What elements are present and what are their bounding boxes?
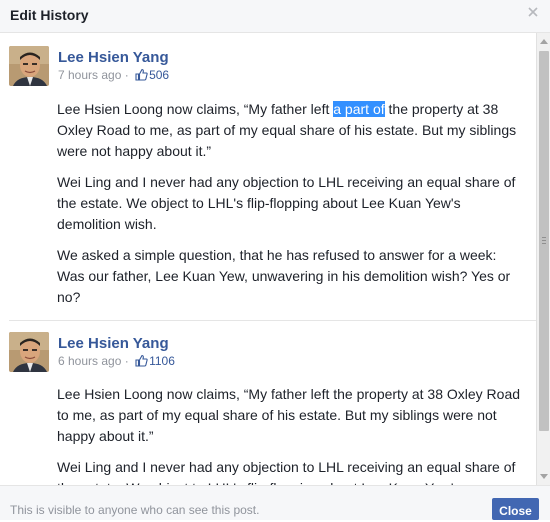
thumbs-up-icon xyxy=(135,68,148,84)
entry-paragraph: We asked a simple question, that he has … xyxy=(57,247,511,305)
entry-divider xyxy=(9,320,536,321)
paragraph-text: Lee Hsien Loong now claims, “My father l… xyxy=(57,101,334,117)
close-icon[interactable] xyxy=(526,6,540,20)
grip-line xyxy=(542,240,546,241)
like-count[interactable]: 1106 xyxy=(149,354,175,368)
edit-history-dialog: Edit History Lee Hsien Yang 7 hours ago … xyxy=(0,0,550,520)
scroll-up-arrow-icon[interactable] xyxy=(540,39,548,44)
avatar-photo xyxy=(9,46,49,86)
avatar[interactable] xyxy=(9,46,49,86)
entry-body: Lee Hsien Loong now claims, “My father l… xyxy=(57,384,527,485)
close-x-icon xyxy=(528,7,538,17)
entry-paragraph: Lee Hsien Loong now claims, “My father l… xyxy=(57,386,521,444)
dialog-footer: This is visible to anyone who can see th… xyxy=(0,485,550,520)
scroll-down-arrow-icon[interactable] xyxy=(540,474,548,479)
author-name[interactable]: Lee Hsien Yang xyxy=(58,335,169,352)
avatar-photo xyxy=(9,332,49,372)
dialog-title: Edit History xyxy=(10,7,89,23)
close-button[interactable]: Close xyxy=(492,498,539,520)
grip-line xyxy=(542,243,546,244)
entry-meta: 7 hours ago · 506 xyxy=(58,68,169,84)
avatar[interactable] xyxy=(9,332,49,372)
grip-line xyxy=(542,237,546,238)
timestamp[interactable]: 7 hours ago xyxy=(58,68,121,82)
dialog-header: Edit History xyxy=(0,0,550,33)
selected-text: a part of xyxy=(333,101,385,117)
scrollbar[interactable] xyxy=(536,33,550,485)
history-scroll-area[interactable]: Lee Hsien Yang 7 hours ago · 506 Lee Hsi… xyxy=(0,33,536,485)
entry-paragraph: Wei Ling and I never had any objection t… xyxy=(57,459,516,485)
like-count[interactable]: 506 xyxy=(149,68,169,82)
entry-paragraph: Lee Hsien Loong now claims, “My father l… xyxy=(57,99,527,162)
entry-paragraph: Wei Ling and I never had any objection t… xyxy=(57,174,516,232)
entry-body: Lee Hsien Loong now claims, “My father l… xyxy=(57,99,527,318)
timestamp[interactable]: 6 hours ago xyxy=(58,354,121,368)
visibility-note: This is visible to anyone who can see th… xyxy=(10,503,260,517)
meta-separator: · xyxy=(121,68,133,82)
meta-separator: · xyxy=(121,354,133,368)
scrollbar-thumb[interactable] xyxy=(539,51,549,431)
author-name[interactable]: Lee Hsien Yang xyxy=(58,49,169,66)
thumbs-up-icon xyxy=(135,354,148,370)
entry-meta: 6 hours ago · 1106 xyxy=(58,354,175,370)
